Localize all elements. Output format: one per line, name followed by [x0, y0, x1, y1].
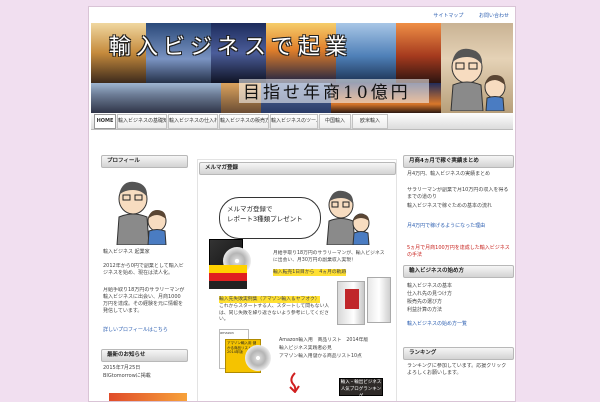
- speech-line: メルマガ登録で: [227, 205, 273, 213]
- howto-item[interactable]: 販売先の選び方: [407, 299, 442, 306]
- offer3-text: Amazon輸入用 商品リスト 2014年版: [279, 338, 369, 343]
- offer1-highlight: 輸入転売1日目から 4ヵ月の軌跡: [273, 269, 347, 276]
- howto-item[interactable]: 仕入れ先の見つけ方: [407, 291, 452, 298]
- banner-photo: [396, 23, 441, 83]
- offer2-text: これからスタートする人、スタートして間もない人は、同じ失敗を繰り返さないよう参考…: [219, 304, 330, 322]
- avatar-illustration: [450, 48, 506, 111]
- ranking-text: ランキングに参加しています。応援クリックよろしくお願いします。: [407, 363, 507, 376]
- achievements-text: 輸入ビジネスで稼ぐための基本の流れ: [407, 203, 493, 209]
- site-subtitle: 目指せ年商10億円: [243, 83, 411, 103]
- profile-name: 輸入ビジネス 起業家: [103, 249, 150, 255]
- offer2-package: [367, 277, 391, 323]
- nav-china[interactable]: 中国輸入: [319, 114, 351, 129]
- header-banner[interactable]: 輸入ビジネスで起業 目指せ年商10億円: [91, 23, 513, 113]
- badge-line: 輸入・輸出ビジネス: [340, 380, 382, 385]
- profile-text: 月給手取り18万円のサラリーマンが輸入ビジネスに出会い、月商1000万円を達成。…: [103, 287, 185, 314]
- offer2-title: 輸入先失敗実例集（アマゾン輸入＆ヤフオク）: [219, 296, 320, 303]
- speech-text: メルマガ登録で レポート3種類プレゼント: [227, 204, 303, 224]
- offer1-text: 月給手取り18万円のサラリーマンが、輸入ビジネスに出会い、月30万円の副業収入実…: [273, 251, 385, 263]
- nav-western[interactable]: 欧米輸入: [352, 114, 388, 129]
- offer3-text: 輸入ビジネス実践者必見: [279, 346, 332, 351]
- offer3-text: アマゾン輸入用儲かる商品リスト10点: [279, 354, 362, 359]
- profile-heading: プロフィール: [101, 155, 188, 168]
- sitemap-link[interactable]: サイトマップ: [433, 13, 463, 19]
- howto-link[interactable]: 輸入ビジネスの始め方一覧: [407, 321, 467, 328]
- cd-disc: [245, 345, 271, 371]
- main-heading: メルマガ登録: [199, 162, 396, 175]
- page-container: サイトマップ お問い合わせ 輸入ビジネスで起業 目指せ年商10億円 HOME 輸…: [88, 6, 516, 402]
- report-cover: [209, 265, 247, 289]
- nav-suppliers[interactable]: 輸入ビジネスの仕入れ先: [168, 114, 218, 129]
- achievements-red-link[interactable]: 5ヵ月で月商100万円を達成した輸入ビジネスの手法: [407, 245, 511, 259]
- profile-text: 2012年から0円で副業として輸入ビジネスを始め、現在は法人化。: [103, 263, 184, 276]
- achievements-text: サラリーマンが副業で月10万円の収入を得るまでの道のり: [407, 187, 509, 200]
- badge-line: 人気ブログランキング: [340, 387, 382, 399]
- main-navigation: HOME 輸入ビジネスの基礎知識 輸入ビジネスの仕入れ先 輸入ビジネスの販売方法…: [91, 113, 513, 130]
- offer2-cover: [345, 289, 359, 309]
- amazon-label: amazon: [220, 331, 234, 335]
- arrow-down-icon: [289, 372, 300, 393]
- site-title: 輸入ビジネスで起業: [109, 35, 353, 60]
- achievements-heading: 月商4ヵ月で稼ぐ実績まとめ: [403, 155, 514, 168]
- top-links: サイトマップ お問い合わせ: [419, 12, 509, 19]
- howto-heading: 輸入ビジネスの始め方: [403, 265, 514, 278]
- nav-sales[interactable]: 輸入ビジネスの販売方法: [219, 114, 269, 129]
- profile-link[interactable]: 詳しいプロフィールはこちら: [103, 327, 185, 334]
- achievements-text: 月4万円、輸入ビジネスの実績まとめ: [407, 171, 491, 177]
- nav-basics[interactable]: 輸入ビジネスの基礎知識: [117, 114, 167, 129]
- nav-home[interactable]: HOME: [94, 114, 116, 129]
- howto-item[interactable]: 輸入ビジネスの基本: [407, 283, 452, 290]
- speech-line: レポート3種類プレゼント: [227, 215, 303, 223]
- banner-photo: [91, 83, 221, 113]
- ranking-heading: ランキング: [403, 347, 514, 360]
- howto-item[interactable]: 利益計算の方法: [407, 307, 442, 314]
- news-heading: 最新のお知らせ: [101, 349, 188, 362]
- news-text: BIGtomorrowに掲載: [103, 373, 151, 379]
- ranking-badge[interactable]: 輸入・輸出ビジネス 人気ブログランキング: [339, 378, 383, 399]
- nav-tools[interactable]: 輸入ビジネスのツール: [270, 114, 318, 129]
- profile-avatar: [116, 181, 167, 245]
- contact-link[interactable]: お問い合わせ: [479, 13, 509, 19]
- achievements-link[interactable]: 月4万円で稼げるようになった理由: [407, 223, 511, 230]
- main-avatar: [326, 190, 370, 245]
- news-date: 2015年7月25日: [103, 365, 141, 371]
